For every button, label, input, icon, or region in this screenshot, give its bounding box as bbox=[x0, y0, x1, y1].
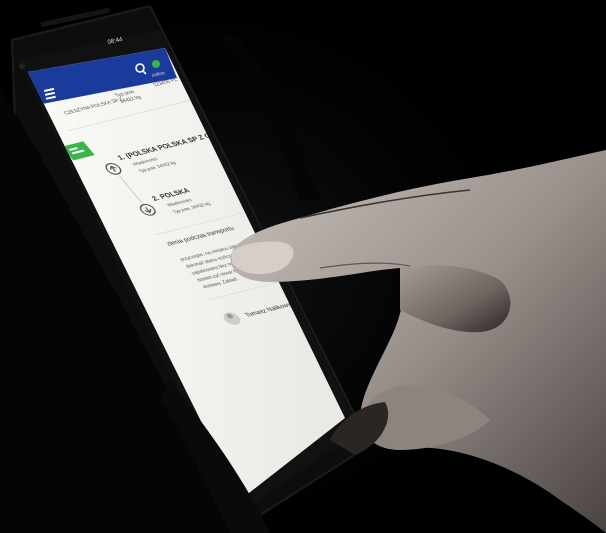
scene: online CZESZYNA POLSKA SP Z Typ pow. 344… bbox=[0, 0, 606, 533]
front-camera-icon bbox=[19, 63, 25, 69]
menu-icon[interactable] bbox=[44, 87, 56, 100]
online-status-icon bbox=[152, 60, 160, 68]
